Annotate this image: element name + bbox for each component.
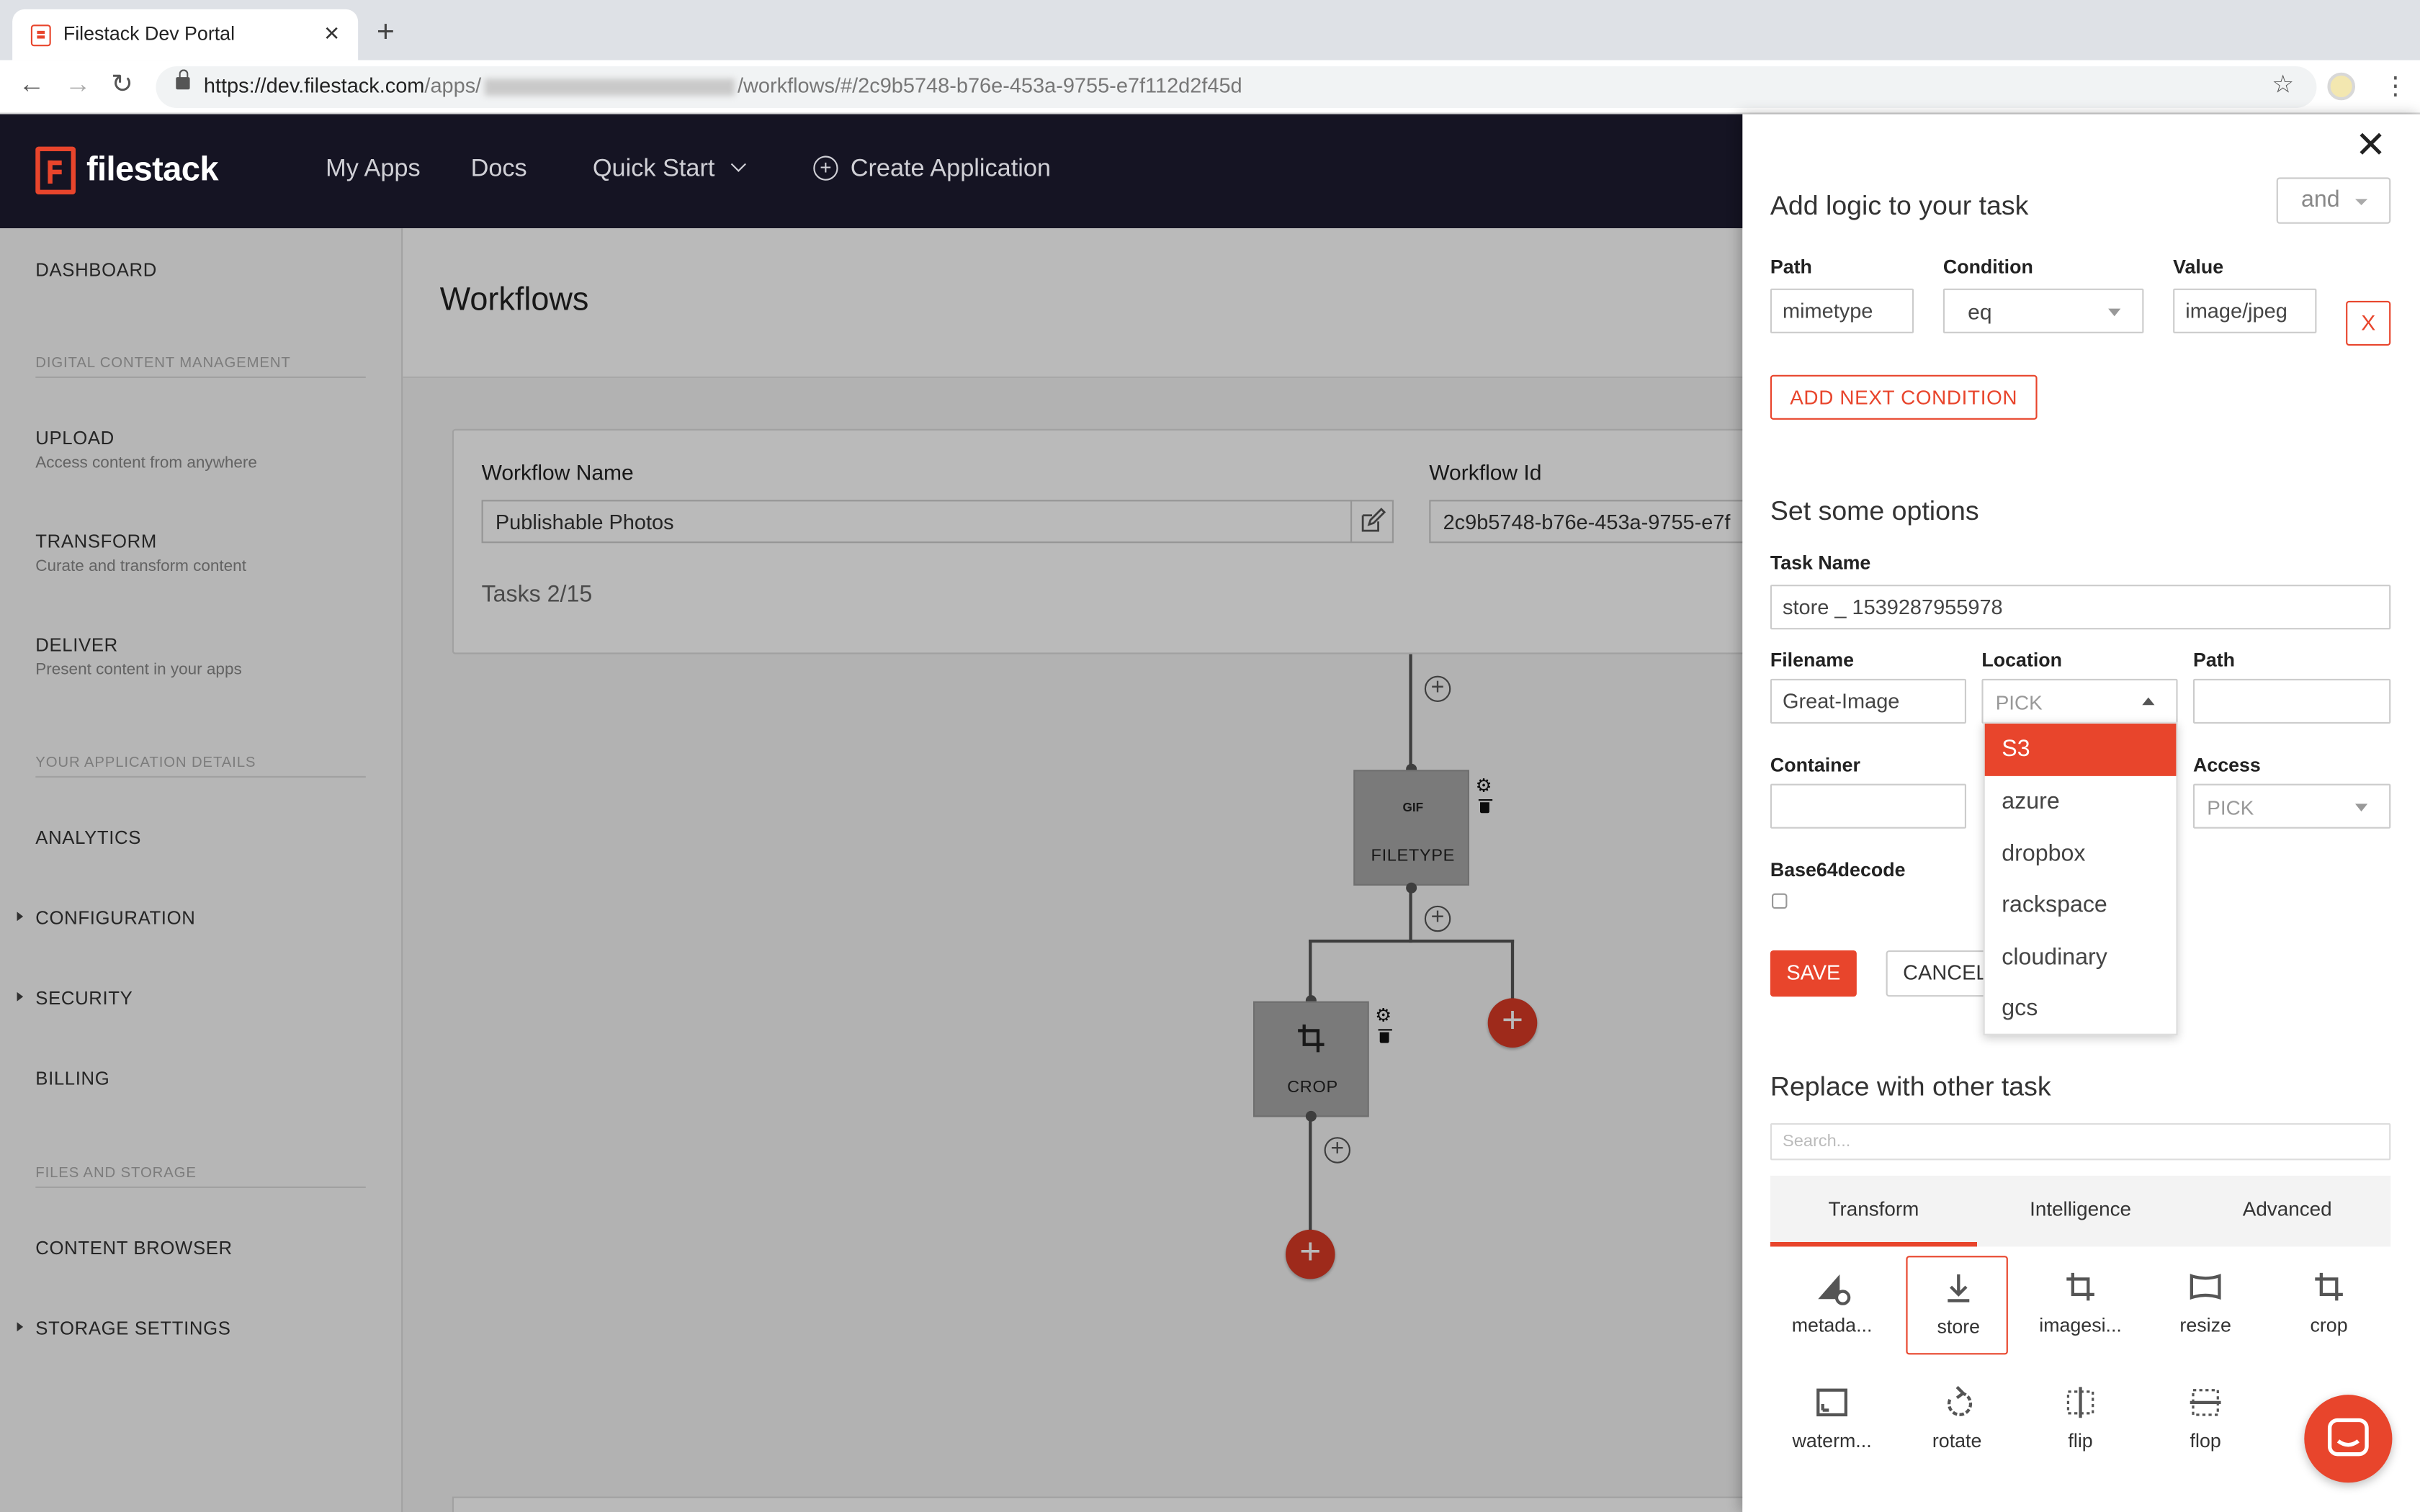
task-tile-label: rotate — [1932, 1430, 1982, 1452]
options-title: Set some options — [1770, 495, 1979, 526]
task-tile-resize[interactable]: resize — [2154, 1256, 2256, 1354]
task-category-tabs: Transform Intelligence Advanced — [1770, 1175, 2391, 1247]
rotate-icon — [1947, 1385, 1973, 1416]
location-option-s3[interactable]: S3 — [1984, 723, 2177, 775]
location-option-dropbox[interactable]: dropbox — [1985, 828, 2177, 880]
task-tile-label: flop — [2190, 1430, 2221, 1452]
remove-condition-button[interactable]: X — [2346, 300, 2391, 346]
task-tile-crop[interactable]: crop — [2278, 1256, 2380, 1354]
chat-icon — [2327, 1418, 2369, 1457]
tab-title: Filestack Dev Portal — [63, 23, 236, 45]
profile-avatar[interactable] — [2327, 72, 2355, 101]
logo-text[interactable]: filestack — [86, 150, 219, 190]
task-tile-imagesize[interactable]: imagesi... — [2030, 1256, 2131, 1354]
filename-label: Filename — [1770, 649, 1854, 672]
task-tile-label: waterm... — [1792, 1430, 1872, 1452]
nav-quick-start[interactable]: Quick Start — [592, 156, 747, 184]
task-tile-label: resize — [2179, 1314, 2231, 1336]
value-label: Value — [2173, 256, 2224, 278]
location-option-rackspace[interactable]: rackspace — [1985, 879, 2177, 931]
task-tile-label: imagesi... — [2039, 1314, 2122, 1336]
task-tile-flip[interactable]: flip — [2030, 1372, 2131, 1470]
task-tile-label: metada... — [1791, 1314, 1873, 1336]
back-icon[interactable]: ← — [19, 69, 45, 100]
flip-icon — [2066, 1387, 2094, 1418]
location-dropdown: S3 azure dropbox rackspace cloudinary gc… — [1983, 721, 2178, 1035]
location-label: Location — [1981, 649, 2063, 672]
path2-label: Path — [2193, 649, 2236, 672]
close-tab-icon[interactable]: × — [324, 19, 339, 50]
task-tile-rotate[interactable]: rotate — [1906, 1372, 2007, 1470]
chat-launcher-button[interactable] — [2304, 1395, 2393, 1483]
watermark-icon — [1816, 1388, 1848, 1417]
nav-quick-start-label: Quick Start — [592, 156, 715, 182]
metadata-icon — [1818, 1274, 1851, 1305]
flop-icon — [2190, 1389, 2221, 1416]
redacted-app-id — [484, 78, 735, 96]
forward-icon[interactable]: → — [65, 69, 91, 100]
path-input[interactable] — [2193, 678, 2391, 724]
task-tile-label: flip — [2068, 1430, 2093, 1452]
close-icon[interactable]: ✕ — [2355, 123, 2386, 168]
task-tile-label: store — [1937, 1315, 1981, 1338]
base64decode-label: Base64decode — [1770, 859, 1906, 881]
container-label: Container — [1770, 754, 1860, 776]
condition-path-input[interactable]: mimetype — [1770, 288, 1914, 333]
nav-create-application-label: Create Application — [850, 156, 1051, 182]
nav-docs[interactable]: Docs — [471, 156, 527, 184]
tab-advanced[interactable]: Advanced — [2184, 1176, 2390, 1247]
task-tile-label: crop — [2310, 1314, 2348, 1336]
resize-icon — [2190, 1274, 2221, 1300]
reload-icon[interactable]: ↻ — [111, 69, 133, 100]
location-option-azure[interactable]: azure — [1985, 776, 2177, 828]
filestack-logo-icon[interactable] — [35, 146, 76, 194]
access-label: Access — [2193, 754, 2261, 776]
condition-operator-select[interactable]: eq — [1942, 288, 2144, 333]
url-path-end: /workflows/#/2c9b5748-b76e-453a-9755-e7f… — [737, 73, 1242, 97]
url-path-start: /apps/ — [424, 73, 482, 97]
add-next-condition-button[interactable]: ADD NEXT CONDITION — [1770, 374, 2038, 420]
modal-backdrop[interactable] — [0, 228, 1743, 1512]
logic-operator-select[interactable]: and — [2276, 177, 2391, 224]
task-tile-watermark[interactable]: waterm... — [1781, 1372, 1883, 1470]
task-name-input[interactable]: store _ 1539287955978 — [1770, 585, 2391, 630]
browser-menu-icon[interactable]: ⋮ — [2383, 71, 2408, 102]
url-host: https://dev.filestack.com — [203, 73, 425, 97]
condition-label: Condition — [1942, 256, 2033, 278]
plus-circle-icon: + — [813, 156, 838, 181]
base64decode-checkbox[interactable] — [1772, 893, 1788, 909]
task-name-label: Task Name — [1770, 552, 1871, 575]
lock-icon — [176, 69, 190, 90]
location-option-cloudinary[interactable]: cloudinary — [1985, 931, 2177, 983]
path-label: Path — [1770, 256, 1812, 278]
store-icon — [1948, 1274, 1970, 1302]
save-button[interactable]: SAVE — [1770, 950, 1857, 997]
task-tile-flop[interactable]: flop — [2154, 1372, 2256, 1470]
logic-title: Add logic to your task — [1770, 189, 2029, 221]
access-select[interactable]: PICK — [2193, 783, 2391, 829]
task-search-input[interactable]: Search... — [1770, 1123, 2391, 1161]
task-tile-metadata[interactable]: metada... — [1781, 1256, 1883, 1354]
imagesize-icon — [2066, 1272, 2094, 1301]
browser-tab[interactable]: Filestack Dev Portal × — [12, 9, 359, 60]
task-tile-store[interactable]: store — [1906, 1256, 2008, 1355]
browser-tab-strip — [0, 0, 2420, 60]
crop-icon — [2315, 1272, 2343, 1301]
bookmark-star-icon[interactable]: ☆ — [2272, 69, 2294, 100]
filename-input[interactable]: Great-Image — [1770, 678, 1966, 724]
new-tab-icon[interactable]: + — [377, 17, 395, 48]
chevron-down-icon — [731, 156, 747, 172]
container-input[interactable] — [1770, 783, 1966, 829]
location-select[interactable]: PICK — [1981, 678, 2178, 724]
location-option-gcs[interactable]: gcs — [1985, 983, 2177, 1035]
replace-title: Replace with other task — [1770, 1071, 2051, 1102]
tab-intelligence[interactable]: Intelligence — [1977, 1176, 2184, 1247]
nav-my-apps[interactable]: My Apps — [326, 156, 420, 184]
tab-transform[interactable]: Transform — [1770, 1176, 1977, 1247]
filestack-favicon-icon — [30, 24, 51, 47]
condition-value-input[interactable]: image/jpeg — [2173, 288, 2317, 333]
nav-create-application[interactable]: + Create Application — [813, 156, 1051, 184]
url-text[interactable]: https://dev.filestack.com/apps/ /workflow… — [204, 74, 1242, 97]
